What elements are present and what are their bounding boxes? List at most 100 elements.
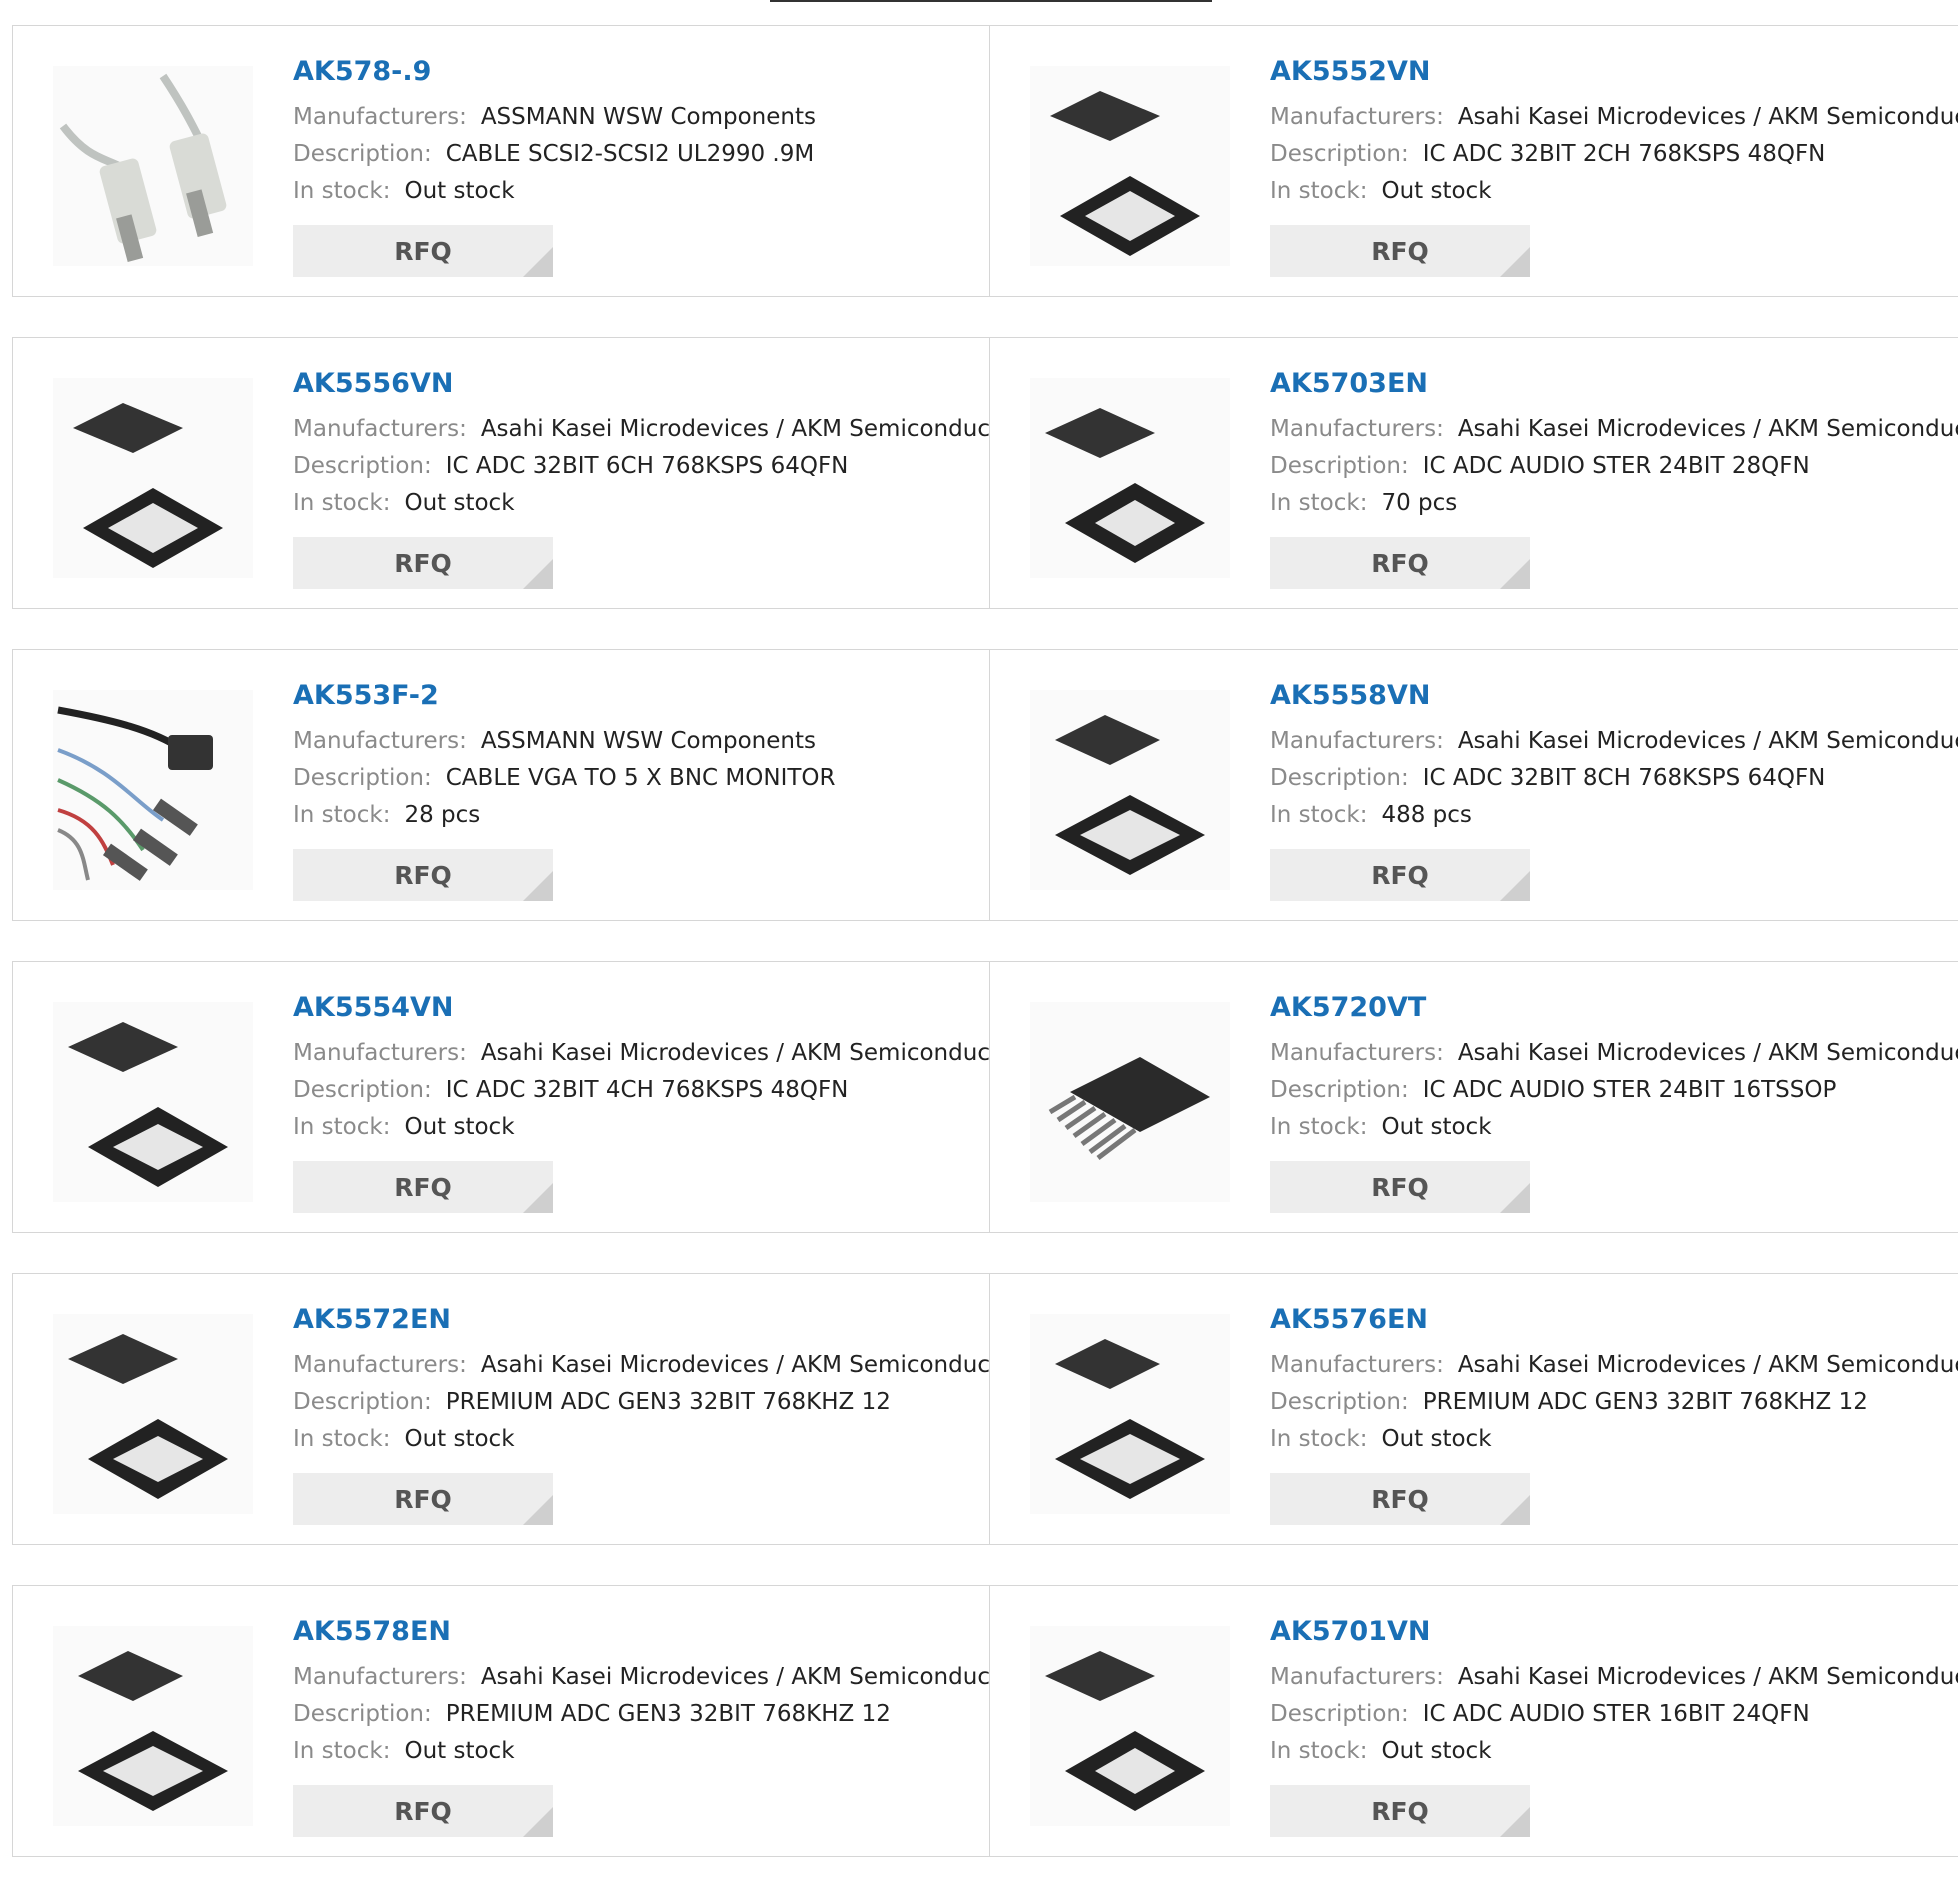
manufacturer-label: Manufacturers: <box>293 416 467 442</box>
stock-value: Out stock <box>404 1114 515 1140</box>
manufacturer-label: Manufacturers: <box>1270 416 1444 442</box>
part-number-link[interactable]: AK5701VN <box>1270 1616 1958 1647</box>
stock-label: In stock: <box>1270 802 1368 828</box>
description-value: IC ADC AUDIO STER 24BIT 16TSSOP <box>1422 1077 1837 1103</box>
rfq-button[interactable]: RFQ <box>293 537 553 589</box>
part-number-link[interactable]: AK5556VN <box>293 368 1023 399</box>
stock-label: In stock: <box>1270 1426 1368 1452</box>
stock-label: In stock: <box>1270 178 1368 204</box>
part-number-link[interactable]: AK5554VN <box>293 992 1023 1023</box>
product-image[interactable] <box>53 1314 253 1514</box>
rfq-label: RFQ <box>1371 236 1429 266</box>
section-divider <box>770 0 1212 2</box>
rfq-button[interactable]: RFQ <box>1270 537 1530 589</box>
chip-tssop-icon <box>1048 1057 1210 1160</box>
stock-value: 28 pcs <box>404 802 481 828</box>
description-value: PREMIUM ADC GEN3 32BIT 768KHZ 12 <box>445 1701 891 1727</box>
product-image[interactable] <box>53 690 253 890</box>
rfq-button[interactable]: RFQ <box>293 1473 553 1525</box>
description-label: Description: <box>293 1701 432 1727</box>
rfq-button[interactable]: RFQ <box>1270 1161 1530 1213</box>
product-image[interactable] <box>53 66 253 266</box>
part-number-link[interactable]: AK578-.9 <box>293 56 816 87</box>
stock-label: In stock: <box>293 1114 391 1140</box>
description-value: IC ADC 32BIT 4CH 768KSPS 48QFN <box>445 1077 849 1103</box>
stock-label: In stock: <box>293 1426 391 1452</box>
product-card: AK5703EN Manufacturers: Asahi Kasei Micro… <box>989 337 1958 609</box>
chip-qfn-icon <box>1050 91 1200 256</box>
corner-triangle-icon <box>1500 871 1530 901</box>
part-number-link[interactable]: AK5720VT <box>1270 992 1958 1023</box>
product-image[interactable] <box>1030 66 1230 266</box>
manufacturer-value: ASSMANN WSW Components <box>480 104 816 130</box>
product-card: AK5556VN Manufacturers: Asahi Kasei Micro… <box>12 337 1023 609</box>
product-row: AK578-.9 Manufacturers: ASSMANN WSW Compo… <box>12 25 1958 299</box>
rfq-label: RFQ <box>394 1484 452 1514</box>
product-image[interactable] <box>1030 1314 1230 1514</box>
description-label: Description: <box>1270 1389 1409 1415</box>
manufacturer-label: Manufacturers: <box>293 1664 467 1690</box>
corner-triangle-icon <box>523 871 553 901</box>
description-value: IC ADC 32BIT 6CH 768KSPS 64QFN <box>445 453 849 479</box>
stock-label: In stock: <box>293 490 391 516</box>
manufacturer-label: Manufacturers: <box>293 728 467 754</box>
stock-value: Out stock <box>404 1426 515 1452</box>
description-label: Description: <box>293 765 432 791</box>
manufacturer-value: ASSMANN WSW Components <box>480 728 816 754</box>
description-value: CABLE SCSI2-SCSI2 UL2990 .9M <box>445 141 815 167</box>
product-image[interactable] <box>1030 690 1230 890</box>
product-image[interactable] <box>53 378 253 578</box>
product-card: AK553F-2 Manufacturers: ASSMANN WSW Compo… <box>12 649 990 921</box>
part-number-link[interactable]: AK5576EN <box>1270 1304 1958 1335</box>
product-grid: AK578-.9 Manufacturers: ASSMANN WSW Compo… <box>12 25 1958 1897</box>
rfq-label: RFQ <box>1371 1796 1429 1826</box>
chip-qfn-icon <box>1055 715 1205 875</box>
part-number-link[interactable]: AK5552VN <box>1270 56 1958 87</box>
rfq-label: RFQ <box>1371 1484 1429 1514</box>
product-image[interactable] <box>53 1002 253 1202</box>
part-number-link[interactable]: AK553F-2 <box>293 680 835 711</box>
product-image[interactable] <box>1030 1626 1230 1826</box>
product-card: AK5578EN Manufacturers: Asahi Kasei Micro… <box>12 1585 1023 1857</box>
manufacturer-label: Manufacturers: <box>1270 1352 1444 1378</box>
manufacturer-label: Manufacturers: <box>1270 1040 1444 1066</box>
part-number-link[interactable]: AK5703EN <box>1270 368 1958 399</box>
manufacturer-value: Asahi Kasei Microdevices / AKM Semicondu… <box>1457 416 1958 442</box>
description-value: PREMIUM ADC GEN3 32BIT 768KHZ 12 <box>1422 1389 1868 1415</box>
manufacturer-label: Manufacturers: <box>293 1352 467 1378</box>
corner-triangle-icon <box>523 559 553 589</box>
manufacturer-value: Asahi Kasei Microdevices / AKM Semicondu… <box>1457 1664 1958 1690</box>
part-number-link[interactable]: AK5572EN <box>293 1304 1023 1335</box>
product-card: AK5572EN Manufacturers: Asahi Kasei Micro… <box>12 1273 1023 1545</box>
chip-qfn-icon <box>1055 1339 1205 1499</box>
corner-triangle-icon <box>523 1495 553 1525</box>
rfq-button[interactable]: RFQ <box>1270 1473 1530 1525</box>
rfq-button[interactable]: RFQ <box>1270 849 1530 901</box>
stock-label: In stock: <box>293 1738 391 1764</box>
rfq-button[interactable]: RFQ <box>293 849 553 901</box>
product-image[interactable] <box>1030 1002 1230 1202</box>
stock-value: 70 pcs <box>1381 490 1458 516</box>
product-card: AK5554VN Manufacturers: Asahi Kasei Micro… <box>12 961 1023 1233</box>
corner-triangle-icon <box>523 1183 553 1213</box>
rfq-button[interactable]: RFQ <box>1270 1785 1530 1837</box>
description-label: Description: <box>1270 141 1409 167</box>
product-image[interactable] <box>1030 378 1230 578</box>
rfq-button[interactable]: RFQ <box>293 1161 553 1213</box>
stock-label: In stock: <box>1270 490 1368 516</box>
rfq-button[interactable]: RFQ <box>293 1785 553 1837</box>
description-label: Description: <box>293 141 432 167</box>
description-label: Description: <box>1270 765 1409 791</box>
product-card: AK5576EN Manufacturers: Asahi Kasei Micro… <box>989 1273 1958 1545</box>
stock-value: Out stock <box>404 1738 515 1764</box>
rfq-button[interactable]: RFQ <box>1270 225 1530 277</box>
description-label: Description: <box>293 1389 432 1415</box>
rfq-button[interactable]: RFQ <box>293 225 553 277</box>
description-value: IC ADC 32BIT 8CH 768KSPS 64QFN <box>1422 765 1826 791</box>
part-number-link[interactable]: AK5558VN <box>1270 680 1958 711</box>
product-image[interactable] <box>53 1626 253 1826</box>
description-value: CABLE VGA TO 5 X BNC MONITOR <box>445 765 836 791</box>
description-value: IC ADC AUDIO STER 24BIT 28QFN <box>1422 453 1810 479</box>
part-number-link[interactable]: AK5578EN <box>293 1616 1023 1647</box>
stock-value: Out stock <box>404 490 515 516</box>
